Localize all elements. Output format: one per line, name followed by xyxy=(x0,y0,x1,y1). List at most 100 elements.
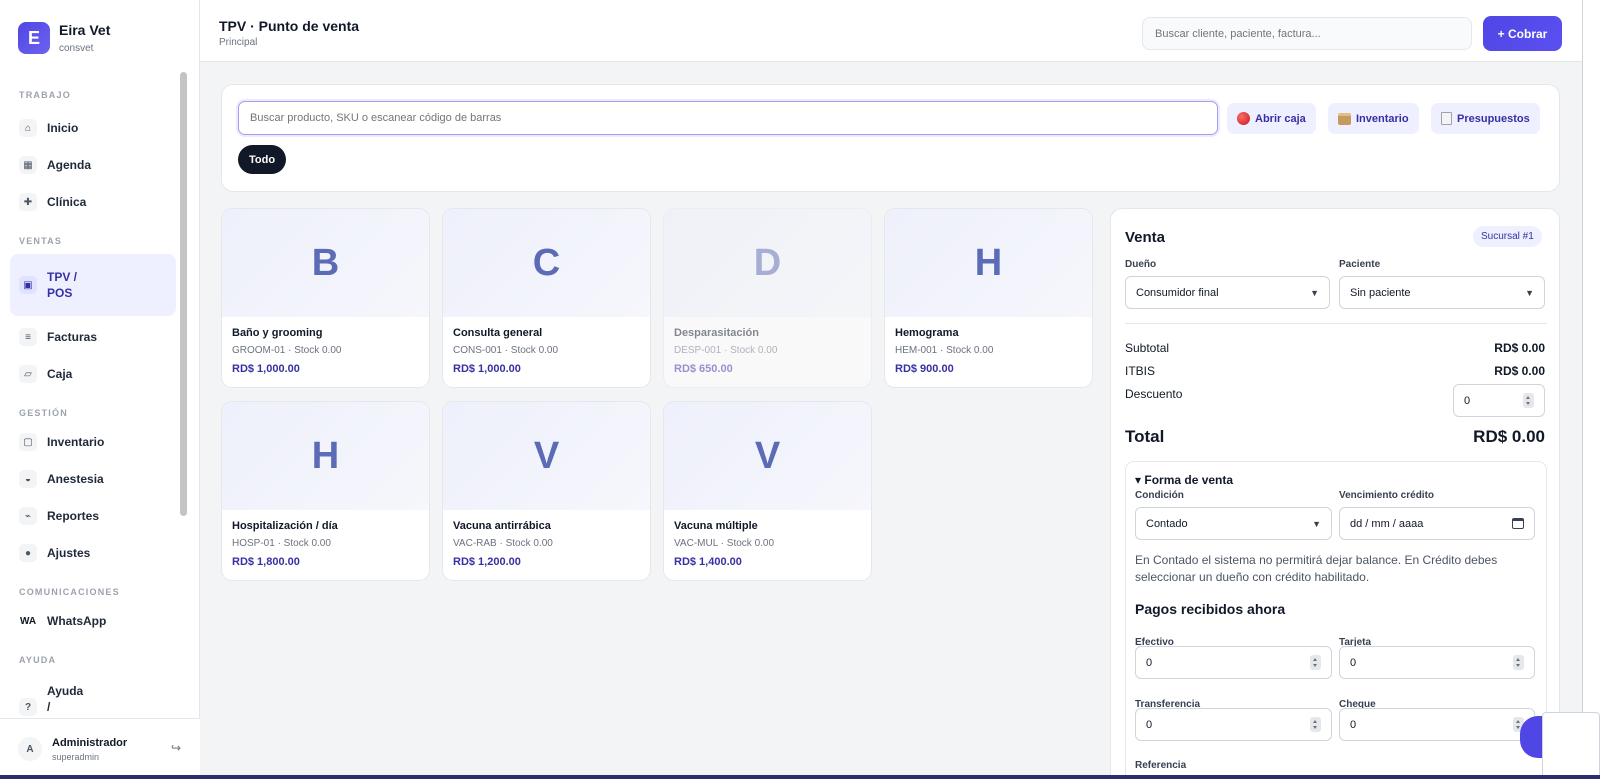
product-thumbnail: V xyxy=(443,402,650,510)
subtotal-value: RD$ 0.00 xyxy=(1494,341,1545,355)
efectivo-input[interactable]: 0 xyxy=(1135,646,1332,679)
sidebar-item-tpv[interactable]: ▣ TPV / POS xyxy=(10,254,176,316)
top-header: TPV · Punto de venta Principal + Cobrar xyxy=(200,0,1582,62)
inventory-icon: ▢ xyxy=(19,433,37,451)
breadcrumb[interactable]: Principal xyxy=(219,37,257,48)
window-thumbnail[interactable] xyxy=(1542,712,1600,779)
product-card[interactable]: D Desparasitación DESP-001 · Stock 0.00 … xyxy=(663,208,872,388)
owner-select[interactable]: Consumidor final ▼ xyxy=(1125,276,1330,309)
sidebar-item-inventario[interactable]: ▢ Inventario xyxy=(10,426,176,458)
settings-icon: ● xyxy=(19,544,37,562)
abrir-caja-label: Abrir caja xyxy=(1255,112,1306,125)
forma-de-venta-toggle[interactable]: ▾ Forma de venta xyxy=(1135,473,1233,487)
global-search-input[interactable] xyxy=(1142,17,1472,50)
cobrar-button[interactable]: + Cobrar xyxy=(1483,16,1562,51)
number-stepper-icon[interactable] xyxy=(1310,655,1321,670)
owner-label: Dueño xyxy=(1125,259,1157,270)
itbis-label: ITBIS xyxy=(1125,364,1156,378)
product-card[interactable]: H Hospitalización / día HOSP-01 · Stock … xyxy=(221,401,430,581)
sale-panel: Venta Sucursal #1 Dueño Consumidor final… xyxy=(1110,208,1560,779)
vencimiento-date-input[interactable]: dd / mm / aaaa xyxy=(1339,507,1535,540)
sidebar-item-clinica[interactable]: ✚ Clínica xyxy=(10,186,176,218)
tarjeta-input[interactable]: 0 xyxy=(1339,646,1535,679)
sidebar-item-label: Reportes xyxy=(47,509,100,523)
transferencia-input[interactable]: 0 xyxy=(1135,708,1332,741)
forma-de-venta-panel: ▾ Forma de venta Condición Contado ▼ Venc… xyxy=(1125,461,1547,779)
product-search-input[interactable] xyxy=(238,101,1218,135)
patient-select-value: Sin paciente xyxy=(1350,286,1411,299)
discount-input[interactable]: 0 xyxy=(1453,384,1545,417)
branch-badge: Sucursal #1 xyxy=(1473,226,1542,247)
product-thumbnail: C xyxy=(443,209,650,317)
patient-select[interactable]: Sin paciente ▼ xyxy=(1339,276,1545,309)
abrir-caja-button[interactable]: Abrir caja xyxy=(1227,103,1316,134)
sale-title: Venta xyxy=(1125,229,1166,246)
sidebar-item-inicio[interactable]: ⌂ Inicio xyxy=(10,112,176,144)
presupuestos-button[interactable]: Presupuestos xyxy=(1431,103,1540,134)
product-price: RD$ 1,200.00 xyxy=(453,556,521,568)
sidebar-scrollbar[interactable] xyxy=(180,72,187,516)
home-icon: ⌂ xyxy=(19,119,37,137)
filter-chip-todo[interactable]: Todo xyxy=(238,145,287,174)
referencia-label: Referencia xyxy=(1135,760,1187,771)
page-title: TPV · Punto de venta xyxy=(219,18,360,34)
number-stepper-icon[interactable] xyxy=(1310,717,1321,732)
product-name: Vacuna múltiple xyxy=(674,520,758,532)
nav-section-title: COMUNICACIONES xyxy=(19,587,120,597)
sidebar-item-whatsapp[interactable]: WA WhatsApp xyxy=(10,605,176,637)
cheque-input[interactable]: 0 xyxy=(1339,708,1535,741)
product-meta: GROOM-01 · Stock 0.00 xyxy=(232,345,342,356)
itbis-value: RD$ 0.00 xyxy=(1494,364,1545,378)
number-stepper-icon[interactable] xyxy=(1523,393,1534,408)
product-card[interactable]: V Vacuna antirrábica VAC-RAB · Stock 0.0… xyxy=(442,401,651,581)
owner-select-value: Consumidor final xyxy=(1136,286,1219,299)
transferencia-value: 0 xyxy=(1146,718,1153,731)
product-name: Baño y grooming xyxy=(232,327,323,339)
sidebar-item-facturas[interactable]: ≡ Facturas xyxy=(10,321,176,353)
product-card[interactable]: B Baño y grooming GROOM-01 · Stock 0.00 … xyxy=(221,208,430,388)
product-meta: HEM-001 · Stock 0.00 xyxy=(895,345,994,356)
condicion-info-text: En Contado el sistema no permitirá dejar… xyxy=(1135,553,1498,584)
product-thumbnail: V xyxy=(664,402,871,510)
product-meta: VAC-RAB · Stock 0.00 xyxy=(453,538,553,549)
user-profile[interactable]: A Administrador superadmin ↪ xyxy=(0,718,200,779)
product-name: Hemograma xyxy=(895,327,959,339)
product-card[interactable]: V Vacuna múltiple VAC-MUL · Stock 0.00 R… xyxy=(663,401,872,581)
sidebar-item-label: Agenda xyxy=(47,158,92,172)
inventario-label: Inventario xyxy=(1356,112,1409,125)
product-thumbnail: H xyxy=(222,402,429,510)
product-thumbnail: D xyxy=(664,209,871,317)
sidebar-item-agenda[interactable]: ▦ Agenda xyxy=(10,149,176,181)
product-name: Consulta general xyxy=(453,327,543,339)
desktop-edge xyxy=(0,775,1600,779)
subtotal-label: Subtotal xyxy=(1125,341,1170,355)
inventario-button[interactable]: Inventario xyxy=(1328,103,1419,134)
condicion-label: Condición xyxy=(1135,490,1184,501)
chevron-down-icon: ▼ xyxy=(1310,287,1319,298)
sidebar-item-ajustes[interactable]: ● Ajustes xyxy=(10,537,176,569)
brand-subtitle: consvet xyxy=(59,43,94,54)
sidebar-item-label: Inicio xyxy=(47,121,79,135)
product-name: Desparasitación xyxy=(674,327,759,339)
brand-logo: E xyxy=(18,22,50,54)
invoice-icon: ≡ xyxy=(19,328,37,346)
sidebar-item-caja[interactable]: ▱ Caja xyxy=(10,358,176,390)
product-card[interactable]: C Consulta general CONS-001 · Stock 0.00… xyxy=(442,208,651,388)
product-name: Hospitalización / día xyxy=(232,520,338,532)
sidebar-item-label: WhatsApp xyxy=(47,614,107,628)
sidebar-item-reportes[interactable]: ⌁ Reportes xyxy=(10,500,176,532)
logout-icon[interactable]: ↪ xyxy=(171,741,181,755)
sidebar-item-label: Ajustes xyxy=(47,546,91,560)
reports-icon: ⌁ xyxy=(19,507,37,525)
brand[interactable]: E Eira Vet consvet xyxy=(18,22,110,54)
nav-section-title: GESTIÓN xyxy=(19,408,68,418)
sidebar-item-ayuda[interactable]: ? Ayuda / Manual xyxy=(10,673,176,718)
sidebar-item-label: Anestesia xyxy=(47,472,104,486)
whatsapp-icon: WA xyxy=(19,615,37,627)
sidebar-item-anestesia[interactable]: ◒ Anestesia xyxy=(10,463,176,495)
calendar-icon[interactable] xyxy=(1512,518,1524,529)
number-stepper-icon[interactable] xyxy=(1513,655,1524,670)
product-card[interactable]: H Hemograma HEM-001 · Stock 0.00 RD$ 900… xyxy=(884,208,1093,388)
condicion-select[interactable]: Contado ▼ xyxy=(1135,507,1332,540)
product-thumbnail: H xyxy=(885,209,1092,317)
